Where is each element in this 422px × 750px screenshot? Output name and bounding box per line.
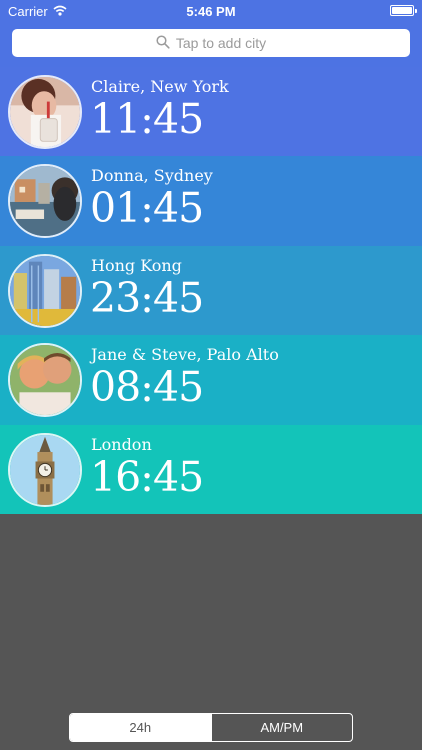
london-photo: [8, 432, 82, 507]
city-row-hong-kong[interactable]: Hong Kong 23:45: [0, 245, 422, 336]
city-row-jane-steve[interactable]: Jane & Steve, Palo Alto 08:45: [0, 335, 422, 425]
search-icon: [156, 34, 170, 52]
city-row-claire[interactable]: Claire, New York 11:45: [0, 67, 422, 157]
city-list: Claire, New York 11:45 Donna, Sydney 01:…: [0, 67, 422, 514]
city-row-london[interactable]: London 16:45: [0, 424, 422, 514]
city-time: 08:45: [90, 363, 204, 412]
format-ampm-button[interactable]: AM/PM: [210, 714, 353, 741]
donna-photo: [8, 164, 82, 239]
search-placeholder: Tap to add city: [175, 35, 267, 51]
search-field[interactable]: Tap to add city: [12, 29, 410, 57]
status-bar: Carrier 5:46 PM: [0, 0, 422, 22]
city-time: 23:45: [90, 273, 204, 322]
city-row-donna[interactable]: Donna, Sydney 01:45: [0, 156, 422, 246]
jane-steve-photo: [8, 343, 82, 418]
battery-icon: [390, 5, 417, 16]
battery-fill: [392, 7, 412, 14]
city-time: 01:45: [90, 184, 204, 233]
header: Carrier 5:46 PM Tap to add city: [0, 0, 422, 67]
city-time: 11:45: [90, 95, 204, 143]
time-format-toggle[interactable]: 24h AM/PM: [69, 713, 353, 742]
claire-photo: [8, 75, 82, 149]
city-time: 16:45: [90, 452, 204, 501]
status-time: 5:46 PM: [186, 4, 236, 19]
format-24h-button[interactable]: 24h: [70, 714, 211, 741]
hong-kong-photo: [8, 253, 82, 328]
